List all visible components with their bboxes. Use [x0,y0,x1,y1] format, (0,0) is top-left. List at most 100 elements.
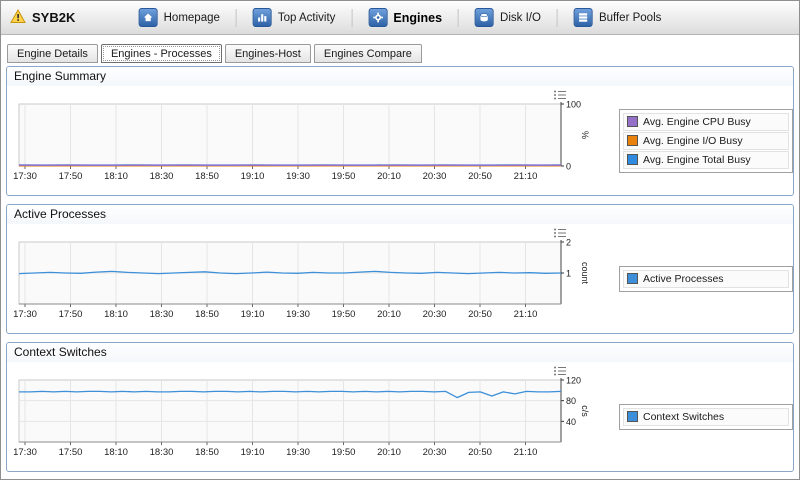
svg-text:count: count [580,262,590,285]
svg-text:40: 40 [566,417,576,427]
chart-canvas: 17:30 17:50 18:10 18:30 18:50 19:10 19:30 19:50… [9,226,613,326]
svg-text:20:30: 20:30 [423,309,447,320]
panel-active-processes: Active Processes 17:30 17:50 18:10 18:30 18:… [6,204,794,334]
svg-text:20:50: 20:50 [468,309,492,320]
svg-text:18:50: 18:50 [195,171,219,182]
nav-top-activity[interactable]: Top Activity [247,5,342,30]
svg-text:19:10: 19:10 [241,171,265,182]
chart-canvas: 17:3017:5018:1018:3018:5019:1019:3019:50… [9,364,613,464]
svg-text:19:10: 19:10 [241,309,265,320]
nav-disk-io[interactable]: Disk I/O [469,5,547,30]
nav-engines[interactable]: Engines [362,5,448,30]
svg-text:20:10: 20:10 [377,171,401,182]
nav-label: Top Activity [278,12,336,24]
panel-context-switches: Context Switches 17:3017:5018:1018:3018:… [6,342,794,472]
bar-chart-icon [253,8,272,27]
svg-text:1: 1 [566,269,571,279]
svg-text:20:10: 20:10 [377,447,401,458]
legend: Active Processes [619,266,793,292]
nav-separator [351,9,352,27]
legend-item[interactable]: Context Switches [623,408,789,426]
legend-swatch [627,135,638,146]
svg-text:19:30: 19:30 [286,309,310,320]
engine-summary-chart[interactable]: 17:3017:5018:1018:3018:5019:1019:3019:50… [7,86,615,195]
active-processes-chart[interactable]: 17:30 17:50 18:10 18:30 18:50 19:10 19:30 19:50… [7,224,615,333]
svg-text:120: 120 [566,376,581,386]
svg-text:20:50: 20:50 [468,447,492,458]
svg-text:17:30: 17:30 [13,171,37,182]
chart-options-icon[interactable] [552,226,567,239]
legend-label: Avg. Engine I/O Busy [643,135,743,147]
panel-title: Context Switches [7,343,793,362]
nav-separator [458,9,459,27]
svg-text:19:30: 19:30 [286,447,310,458]
nav-label: Disk I/O [500,12,541,24]
legend-label: Avg. Engine Total Busy [643,154,751,166]
svg-text:17:30: 17:30 [13,309,37,320]
svg-text:17:50: 17:50 [59,309,83,320]
nav-label: Engines [393,11,442,25]
svg-text:18:50: 18:50 [195,309,219,320]
svg-text:0: 0 [566,162,571,172]
svg-text:17:50: 17:50 [59,171,83,182]
buffer-pools-icon [574,8,593,27]
chart-canvas: 17:3017:5018:1018:3018:5019:1019:3019:50… [9,88,613,188]
nav-separator [557,9,558,27]
svg-text:%: % [580,131,590,139]
legend-item[interactable]: Avg. Engine I/O Busy [623,132,789,150]
svg-text:18:10: 18:10 [104,447,128,458]
tab-bar: Engine Details Engines - Processes Engin… [1,35,799,63]
svg-text:20:30: 20:30 [423,171,447,182]
legend-swatch [627,273,638,284]
svg-text:20:10: 20:10 [377,309,401,320]
tab-engines-compare[interactable]: Engines Compare [314,44,422,63]
legend: Avg. Engine CPU Busy Avg. Engine I/O Busy… [619,109,793,173]
tab-engine-details[interactable]: Engine Details [7,44,98,63]
warning-icon [10,9,26,27]
main-navigation: Homepage Top Activity [133,5,668,30]
svg-text:19:30: 19:30 [286,171,310,182]
nav-homepage[interactable]: Homepage [133,5,226,30]
tab-engines-host[interactable]: Engines-Host [225,44,311,63]
svg-text:19:10: 19:10 [241,447,265,458]
home-icon [139,8,158,27]
svg-text:80: 80 [566,396,576,406]
context-switches-chart[interactable]: 17:3017:5018:1018:3018:5019:1019:3019:50… [7,362,615,471]
chart-options-icon[interactable] [552,88,567,101]
legend-swatch [627,116,638,127]
svg-text:17:30: 17:30 [13,447,37,458]
svg-text:18:10: 18:10 [104,309,128,320]
panel-engine-summary: Engine Summary 17:3017:5018:1018:3018:50… [6,66,794,196]
nav-buffer-pools[interactable]: Buffer Pools [568,5,667,30]
legend-item[interactable]: Active Processes [623,270,789,288]
tab-engines-processes[interactable]: Engines - Processes [101,44,222,63]
svg-text:20:30: 20:30 [423,447,447,458]
legend-item[interactable]: Avg. Engine CPU Busy [623,113,789,131]
svg-text:19:50: 19:50 [332,447,356,458]
nav-separator [236,9,237,27]
page-title: SYB2K [32,10,75,25]
legend-column: Avg. Engine CPU Busy Avg. Engine I/O Busy… [615,86,793,195]
engine-gear-icon [368,8,387,27]
disk-icon [475,8,494,27]
svg-text:18:30: 18:30 [150,309,174,320]
legend-column: Active Processes [615,224,793,333]
legend: Context Switches [619,404,793,430]
svg-text:c/s: c/s [580,405,590,417]
nav-label: Buffer Pools [599,12,661,24]
legend-item[interactable]: Avg. Engine Total Busy [623,151,789,169]
svg-text:21:10: 21:10 [514,309,538,320]
svg-text:21:10: 21:10 [514,171,538,182]
chart-options-icon[interactable] [552,364,567,377]
svg-text:2: 2 [566,238,571,248]
svg-text:18:10: 18:10 [104,171,128,182]
nav-label: Homepage [164,12,220,24]
legend-label: Context Switches [643,411,724,423]
svg-text:17:50: 17:50 [59,447,83,458]
svg-text:18:30: 18:30 [150,447,174,458]
panel-title: Engine Summary [7,67,793,86]
header-bar: SYB2K Homepage [1,1,799,35]
svg-text:19:50: 19:50 [332,309,356,320]
svg-text:20:50: 20:50 [468,171,492,182]
legend-swatch [627,411,638,422]
